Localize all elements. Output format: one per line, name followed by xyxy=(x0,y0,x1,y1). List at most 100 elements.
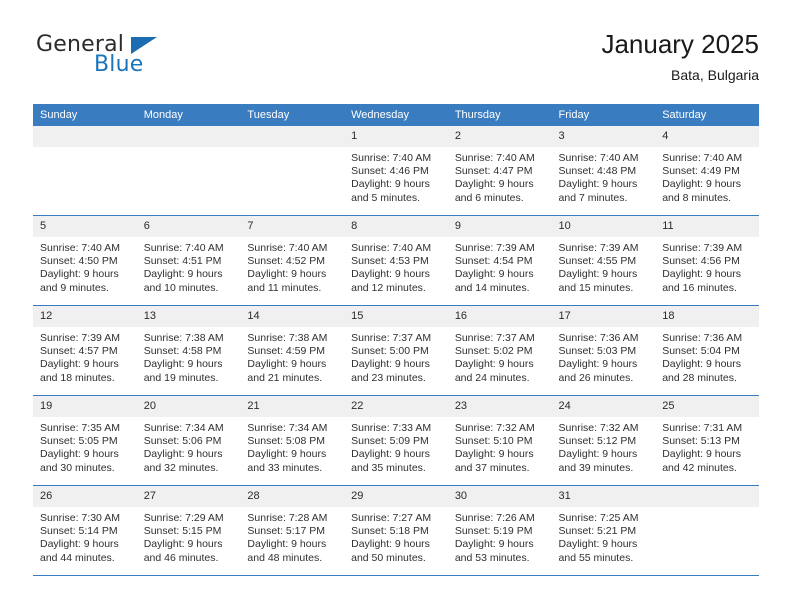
calendar-day-cell[interactable]: 1 Sunrise: 7:40 AM Sunset: 4:46 PM Daylight… xyxy=(344,126,448,216)
day-sun-info: Sunrise: 7:40 AM Sunset: 4:49 PM Daylight:… xyxy=(655,147,759,205)
sunrise-text: Sunrise: 7:40 AM xyxy=(351,152,432,164)
calendar-day-cell[interactable]: 11 Sunrise: 7:39 AM Sunset: 4:56 PM Dayligh… xyxy=(655,215,759,306)
daylight-text-line1: Daylight: 9 hours xyxy=(454,448,534,461)
day-number: 29 xyxy=(344,486,448,507)
day-sun-info: Sunrise: 7:39 AM Sunset: 4:56 PM Daylight:… xyxy=(655,237,759,295)
sunrise-text: Sunrise: 7:37 AM xyxy=(454,332,535,344)
calendar-day-cell[interactable]: 6 Sunrise: 7:40 AM Sunset: 4:51 PM Daylight… xyxy=(136,215,241,306)
daylight-text-line1: Daylight: 9 hours xyxy=(558,448,638,461)
calendar-day-cell[interactable]: 19 Sunrise: 7:35 AM Sunset: 5:05 PM Dayligh… xyxy=(33,395,137,486)
sunrise-text: Sunrise: 7:30 AM xyxy=(40,512,120,524)
calendar-day-cell[interactable]: 10 Sunrise: 7:39 AM Sunset: 4:55 PM Dayligh… xyxy=(551,215,656,306)
day-number xyxy=(33,126,137,147)
sunset-text: Sunset: 4:47 PM xyxy=(454,165,533,178)
calendar-day-cell[interactable]: 27 Sunrise: 7:29 AM Sunset: 5:15 PM Dayligh… xyxy=(136,485,241,576)
sunrise-text: Sunrise: 7:40 AM xyxy=(247,242,328,254)
calendar-day-cell[interactable]: 17 Sunrise: 7:36 AM Sunset: 5:03 PM Dayligh… xyxy=(551,305,656,396)
daylight-text-line2: and 32 minutes. xyxy=(143,461,219,474)
calendar-day-cell[interactable]: 20 Sunrise: 7:34 AM Sunset: 5:06 PM Dayligh… xyxy=(136,395,241,486)
calendar-day-cell[interactable]: 26 Sunrise: 7:30 AM Sunset: 5:14 PM Dayligh… xyxy=(33,485,137,576)
daylight-text-line2: and 8 minutes. xyxy=(662,191,732,204)
calendar-week-row: 12 Sunrise: 7:39 AM Sunset: 4:57 PM Dayligh… xyxy=(33,305,759,396)
calendar-day-cell[interactable]: 15 Sunrise: 7:37 AM Sunset: 5:00 PM Dayligh… xyxy=(344,305,448,396)
calendar-day-cell[interactable]: 14 Sunrise: 7:38 AM Sunset: 4:59 PM Dayligh… xyxy=(240,305,345,396)
daylight-text-line2: and 7 minutes. xyxy=(558,191,628,204)
calendar-day-cell[interactable]: 13 Sunrise: 7:38 AM Sunset: 4:58 PM Dayligh… xyxy=(136,305,241,396)
sunrise-text: Sunrise: 7:31 AM xyxy=(662,422,743,434)
daylight-text-line1: Daylight: 9 hours xyxy=(454,178,534,191)
sunrise-text: Sunrise: 7:36 AM xyxy=(662,332,743,344)
calendar-day-cell[interactable]: 18 Sunrise: 7:36 AM Sunset: 5:04 PM Dayligh… xyxy=(655,305,759,396)
page-subtitle-location: Bata, Bulgaria xyxy=(671,67,759,83)
calendar-day-cell[interactable]: 28 Sunrise: 7:28 AM Sunset: 5:17 PM Dayligh… xyxy=(240,485,345,576)
daylight-text-line1: Daylight: 9 hours xyxy=(558,178,638,191)
daylight-text-line1: Daylight: 9 hours xyxy=(454,268,534,281)
calendar-day-cell[interactable]: 7 Sunrise: 7:40 AM Sunset: 4:52 PM Daylight… xyxy=(240,215,345,306)
sunrise-text: Sunrise: 7:26 AM xyxy=(454,512,535,524)
day-number xyxy=(240,126,345,147)
daylight-text-line1: Daylight: 9 hours xyxy=(454,358,534,371)
calendar-body: 1 Sunrise: 7:40 AM Sunset: 4:46 PM Daylight… xyxy=(33,126,759,576)
calendar-day-cell[interactable]: 12 Sunrise: 7:39 AM Sunset: 4:57 PM Dayligh… xyxy=(33,305,137,396)
daylight-text-line1: Daylight: 9 hours xyxy=(143,448,223,461)
calendar-day-cell[interactable]: 23 Sunrise: 7:32 AM Sunset: 5:10 PM Dayligh… xyxy=(447,395,552,486)
sunrise-text: Sunrise: 7:27 AM xyxy=(351,512,432,524)
sunset-text: Sunset: 4:54 PM xyxy=(454,255,533,268)
calendar-day-cell[interactable]: 25 Sunrise: 7:31 AM Sunset: 5:13 PM Dayligh… xyxy=(655,395,759,486)
calendar-day-cell[interactable]: 24 Sunrise: 7:32 AM Sunset: 5:12 PM Dayligh… xyxy=(551,395,656,486)
day-sun-info: Sunrise: 7:39 AM Sunset: 4:55 PM Daylight:… xyxy=(552,237,656,295)
day-sun-info: Sunrise: 7:30 AM Sunset: 5:14 PM Daylight:… xyxy=(33,507,137,565)
calendar-day-cell[interactable]: 2 Sunrise: 7:40 AM Sunset: 4:47 PM Daylight… xyxy=(447,126,552,216)
daylight-text-line2: and 37 minutes. xyxy=(454,461,530,474)
calendar-week-row: 5 Sunrise: 7:40 AM Sunset: 4:50 PM Daylight… xyxy=(33,215,759,306)
calendar-day-cell[interactable]: 5 Sunrise: 7:40 AM Sunset: 4:50 PM Daylight… xyxy=(33,215,137,306)
sunset-text: Sunset: 5:06 PM xyxy=(143,435,222,448)
sunset-text: Sunset: 4:49 PM xyxy=(662,165,740,178)
day-sun-info: Sunrise: 7:32 AM Sunset: 5:12 PM Daylight:… xyxy=(552,417,656,475)
title-block: January 2025 Bata, Bulgaria xyxy=(601,28,759,85)
daylight-text-line2: and 18 minutes. xyxy=(40,371,115,384)
day-number: 9 xyxy=(447,216,552,237)
day-number: 6 xyxy=(136,216,241,237)
day-sun-info: Sunrise: 7:39 AM Sunset: 4:54 PM Daylight:… xyxy=(448,237,552,295)
day-number: 27 xyxy=(136,486,241,507)
calendar-day-cell[interactable]: 8 Sunrise: 7:40 AM Sunset: 4:53 PM Daylight… xyxy=(344,215,448,306)
calendar-day-cell[interactable]: 16 Sunrise: 7:37 AM Sunset: 5:02 PM Dayligh… xyxy=(447,305,552,396)
day-number: 22 xyxy=(344,396,448,417)
daylight-text-line1: Daylight: 9 hours xyxy=(40,538,119,551)
day-sun-info: Sunrise: 7:31 AM Sunset: 5:13 PM Daylight:… xyxy=(655,417,759,475)
sunset-text: Sunset: 5:05 PM xyxy=(40,435,118,448)
calendar-day-cell[interactable]: 4 Sunrise: 7:40 AM Sunset: 4:49 PM Daylight… xyxy=(655,126,759,216)
general-blue-logo[interactable]: General Blue xyxy=(33,32,243,88)
sunrise-text: Sunrise: 7:40 AM xyxy=(558,152,639,164)
sunset-text: Sunset: 5:00 PM xyxy=(351,345,429,358)
day-sun-info: Sunrise: 7:40 AM Sunset: 4:48 PM Daylight:… xyxy=(552,147,656,205)
calendar-cell-empty xyxy=(240,126,345,216)
day-sun-info: Sunrise: 7:28 AM Sunset: 5:17 PM Daylight:… xyxy=(240,507,344,565)
day-number: 31 xyxy=(551,486,656,507)
day-number: 17 xyxy=(551,306,656,327)
calendar-day-cell[interactable]: 21 Sunrise: 7:34 AM Sunset: 5:08 PM Dayligh… xyxy=(240,395,345,486)
calendar-week-row: 19 Sunrise: 7:35 AM Sunset: 5:05 PM Dayligh… xyxy=(33,395,759,486)
daylight-text-line2: and 39 minutes. xyxy=(558,461,634,474)
calendar-day-cell[interactable]: 3 Sunrise: 7:40 AM Sunset: 4:48 PM Daylight… xyxy=(551,126,656,216)
sunset-text: Sunset: 5:21 PM xyxy=(558,525,637,538)
daylight-text-line2: and 55 minutes. xyxy=(558,551,634,564)
calendar-day-cell[interactable]: 29 Sunrise: 7:27 AM Sunset: 5:18 PM Dayligh… xyxy=(344,485,448,576)
daylight-text-line2: and 14 minutes. xyxy=(454,281,530,294)
calendar-day-cell[interactable]: 22 Sunrise: 7:33 AM Sunset: 5:09 PM Dayligh… xyxy=(344,395,448,486)
calendar-day-cell[interactable]: 30 Sunrise: 7:26 AM Sunset: 5:19 PM Dayligh… xyxy=(447,485,552,576)
calendar-day-cell[interactable]: 31 Sunrise: 7:25 AM Sunset: 5:21 PM Dayligh… xyxy=(551,485,656,576)
day-number: 18 xyxy=(655,306,759,327)
daylight-text-line2: and 5 minutes. xyxy=(351,191,420,204)
daylight-text-line1: Daylight: 9 hours xyxy=(351,268,430,281)
sunset-text: Sunset: 4:48 PM xyxy=(558,165,637,178)
sunset-text: Sunset: 5:14 PM xyxy=(40,525,118,538)
daylight-text-line1: Daylight: 9 hours xyxy=(351,358,430,371)
sunrise-text: Sunrise: 7:40 AM xyxy=(454,152,535,164)
calendar-day-cell[interactable]: 9 Sunrise: 7:39 AM Sunset: 4:54 PM Daylight… xyxy=(447,215,552,306)
day-number: 4 xyxy=(655,126,759,147)
daylight-text-line1: Daylight: 9 hours xyxy=(247,538,327,551)
day-sun-info: Sunrise: 7:38 AM Sunset: 4:58 PM Daylight:… xyxy=(137,327,241,385)
day-sun-info: Sunrise: 7:25 AM Sunset: 5:21 PM Daylight:… xyxy=(552,507,656,565)
